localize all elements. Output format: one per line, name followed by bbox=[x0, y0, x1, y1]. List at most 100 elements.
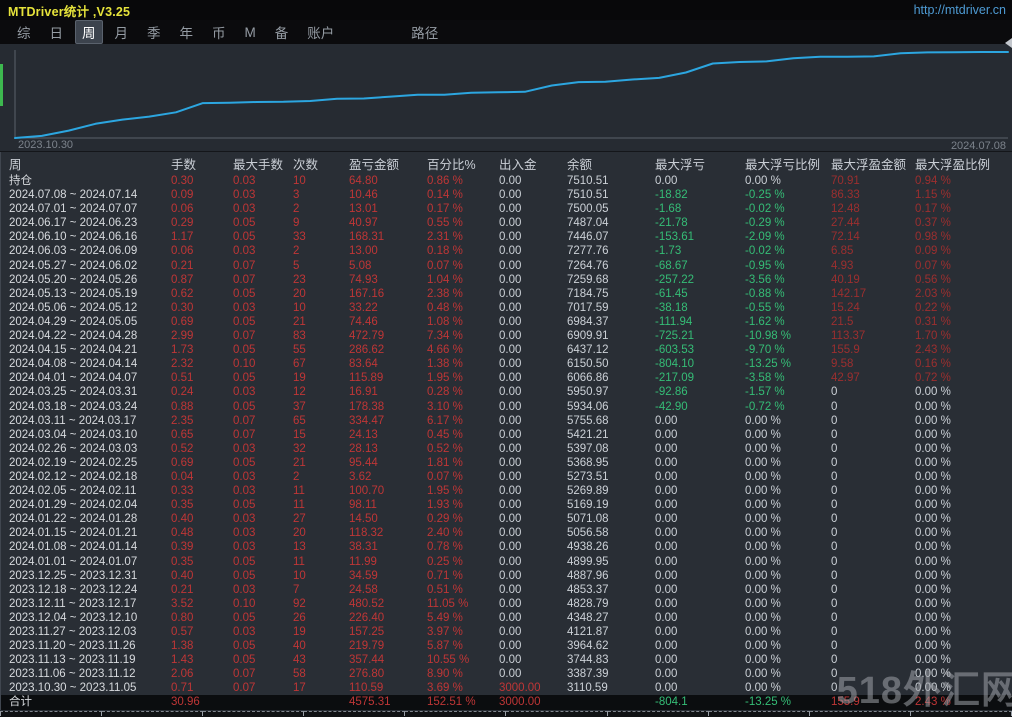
cell: 472.79 bbox=[349, 330, 385, 343]
cell: 2024.01.15 ~ 2024.01.21 bbox=[9, 527, 138, 540]
table-header: 周 手数 最大手数 次数 盈亏金额 百分比% 出入金 余额 最大浮亏 最大浮亏比例 最大浮盈金额 最大… bbox=[1, 152, 1012, 174]
cell: 0.07 bbox=[233, 414, 256, 427]
cell: 83 bbox=[293, 330, 306, 343]
cell: -1.57 % bbox=[745, 386, 785, 399]
cell: 0 bbox=[831, 668, 838, 681]
cell: 0.52 % bbox=[427, 442, 463, 455]
cell: 0 bbox=[831, 569, 838, 582]
cell: 0.29 % bbox=[427, 513, 463, 526]
cell: 0.00 % bbox=[745, 597, 781, 610]
menu-item-账户[interactable]: 账户 bbox=[300, 20, 341, 44]
cell: 0.05 bbox=[233, 315, 256, 328]
cell: 2024.06.10 ~ 2024.06.16 bbox=[9, 231, 138, 244]
cell: 1.43 bbox=[171, 654, 194, 667]
cell: 65 bbox=[293, 414, 306, 427]
cell: 0.05 bbox=[233, 499, 256, 512]
cell: 0.00 bbox=[499, 499, 522, 512]
cell: 2024.03.25 ~ 2024.03.31 bbox=[9, 386, 138, 399]
table-row: 2024.01.29 ~ 2024.02.04 0.35 0.05 11 98.11 1.… bbox=[1, 498, 1012, 512]
cell: 0.07 % bbox=[427, 259, 463, 272]
cell: 0 bbox=[831, 400, 838, 413]
cell: 4853.37 bbox=[567, 583, 609, 596]
cell: 276.80 bbox=[349, 668, 385, 681]
cell: 0.37 % bbox=[915, 217, 951, 230]
menu-item-M[interactable]: M bbox=[238, 23, 263, 42]
cell: 7264.76 bbox=[567, 259, 609, 272]
cell: 0.03 bbox=[233, 485, 256, 498]
cell: 0.18 % bbox=[427, 245, 463, 258]
cell: 0.14 % bbox=[427, 189, 463, 202]
cell: 0.03 bbox=[233, 175, 256, 187]
menu-item-路径[interactable]: 路径 bbox=[404, 20, 445, 44]
cell: 0.00 % bbox=[915, 400, 951, 413]
header-cell: 出入金 bbox=[499, 157, 537, 172]
cell: 0.00 % bbox=[915, 499, 951, 512]
bottom-strip-cell bbox=[304, 710, 406, 716]
cell: 16.91 bbox=[349, 386, 378, 399]
app-url-link[interactable]: http://mtdriver.cn bbox=[914, 3, 1006, 17]
cell: 5 bbox=[293, 259, 300, 272]
cell: 0.10 bbox=[233, 358, 256, 371]
cell: 11 bbox=[293, 485, 305, 498]
cell: 2024.05.20 ~ 2024.05.26 bbox=[9, 273, 138, 286]
cell: 1.81 % bbox=[427, 456, 463, 469]
cell: 5397.08 bbox=[567, 442, 609, 455]
menu-item-综[interactable]: 综 bbox=[10, 20, 38, 44]
menu-item-币[interactable]: 币 bbox=[205, 20, 233, 44]
table-row: 2024.03.25 ~ 2024.03.31 0.24 0.03 12 16.91 0.… bbox=[1, 385, 1012, 399]
cell: 2023.10.30 ~ 2023.11.05 bbox=[9, 682, 137, 695]
scroll-arrow-icon[interactable] bbox=[1005, 38, 1012, 48]
cell: 11.05 % bbox=[427, 597, 469, 610]
cell: 155.9 bbox=[831, 344, 860, 357]
menu-bar: 综日周月季年币 M 备账户 路径 bbox=[0, 20, 1012, 44]
cell: 0 bbox=[831, 456, 838, 469]
cell: 0.00 bbox=[499, 470, 522, 483]
cell: 0.06 bbox=[171, 203, 194, 216]
cell: 0.00 % bbox=[745, 541, 781, 554]
cell: 0.48 % bbox=[427, 301, 463, 314]
cell: -13.25 % bbox=[745, 696, 792, 709]
cell: 0.07 bbox=[233, 682, 256, 695]
cell: 21.5 bbox=[831, 315, 854, 328]
header-cell: 最大浮盈比例 bbox=[915, 157, 991, 172]
table-row: 2023.11.06 ~ 2023.11.12 2.06 0.07 58 276.80 8… bbox=[1, 667, 1012, 681]
title-bar: MTDriver统计 ,V3.25 http://mtdriver.cn bbox=[0, 0, 1012, 20]
cell: 2024.06.03 ~ 2024.06.09 bbox=[9, 245, 138, 258]
cell: 0.07 bbox=[233, 330, 256, 343]
menu-item-备[interactable]: 备 bbox=[268, 20, 296, 44]
cell: 0.03 bbox=[233, 189, 256, 202]
cell: 70.91 bbox=[831, 175, 860, 187]
cell: 2024.05.13 ~ 2024.05.19 bbox=[9, 287, 138, 300]
table-row: 2024.04.08 ~ 2024.04.14 2.32 0.10 67 83.64 1.… bbox=[1, 357, 1012, 371]
cell: 118.32 bbox=[349, 527, 384, 540]
bottom-strip-cell bbox=[910, 710, 1012, 716]
cell: 0.00 bbox=[655, 513, 678, 526]
cell: 0 bbox=[831, 442, 838, 455]
cell: 24.13 bbox=[349, 428, 378, 441]
menu-item-年[interactable]: 年 bbox=[173, 20, 201, 44]
cell: 0.00 bbox=[499, 301, 522, 314]
table-row: 2024.05.20 ~ 2024.05.26 0.87 0.07 23 74.93 1.… bbox=[1, 273, 1012, 287]
menu-item-周[interactable]: 周 bbox=[75, 20, 103, 44]
cell: 0.03 bbox=[233, 626, 256, 638]
cell: 0.71 % bbox=[427, 569, 463, 582]
cell: 0.00 bbox=[499, 668, 522, 681]
cell: 0.06 bbox=[171, 245, 194, 258]
cell: 0.00 % bbox=[915, 682, 951, 695]
cell: -1.68 bbox=[655, 203, 682, 216]
cell: 480.52 bbox=[349, 597, 385, 610]
cell: 1.70 % bbox=[915, 330, 951, 343]
cell: 0.00 bbox=[499, 400, 522, 413]
cell: 21 bbox=[293, 315, 306, 328]
menu-item-月[interactable]: 月 bbox=[108, 20, 136, 44]
cell: 0.00 % bbox=[915, 640, 951, 653]
cell: 0 bbox=[831, 513, 838, 526]
cell: 0.00 % bbox=[745, 175, 781, 187]
cell: 0.03 bbox=[233, 527, 256, 540]
menu-item-日[interactable]: 日 bbox=[43, 20, 71, 44]
menu-item-季[interactable]: 季 bbox=[140, 20, 168, 44]
cell: -603.53 bbox=[655, 344, 695, 357]
cell: 0.00 bbox=[499, 456, 522, 469]
cell: 0.29 bbox=[171, 217, 194, 230]
table-row: 2024.02.19 ~ 2024.02.25 0.69 0.05 21 95.44 1.… bbox=[1, 456, 1012, 470]
